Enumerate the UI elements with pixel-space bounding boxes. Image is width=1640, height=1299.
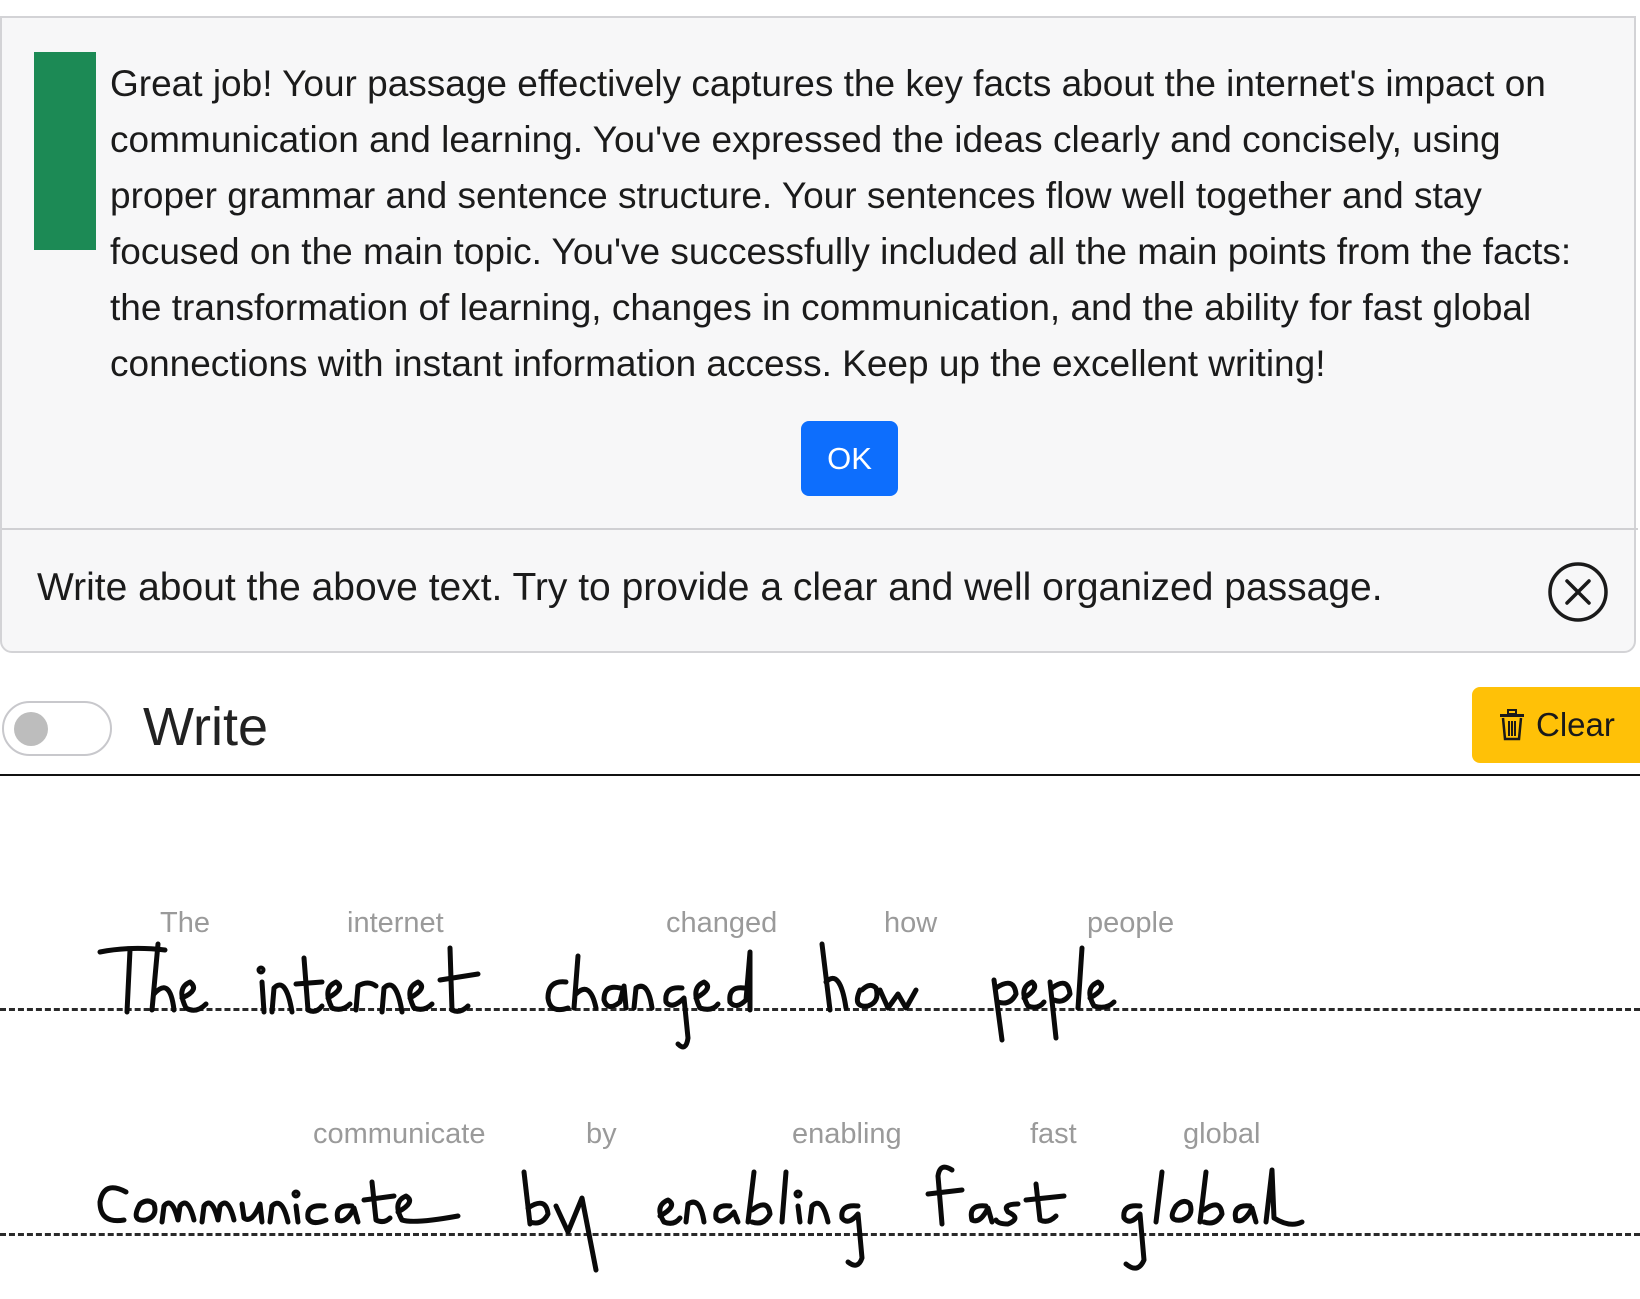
prompt-text: Write about the above text. Try to provi… (37, 566, 1383, 609)
toggle-knob (14, 712, 48, 746)
ink-word-communicate (97, 1179, 461, 1226)
write-mode-toggle[interactable] (2, 701, 112, 756)
card-divider (2, 528, 1638, 530)
feedback-message: Great job! Your passage effectively capt… (110, 63, 1572, 384)
clear-label: Clear (1536, 706, 1615, 743)
close-button[interactable] (1546, 560, 1610, 624)
write-mode-label: Write (143, 697, 269, 757)
ink-word-people (991, 945, 1117, 1043)
ok-button[interactable]: OK (801, 421, 898, 496)
ink-word-the (97, 941, 209, 1015)
feedback-accent-bar (34, 52, 96, 250)
ink-word-by (521, 1169, 599, 1273)
ink-word-internet (256, 945, 481, 1015)
ink-word-enabling (657, 1169, 865, 1268)
writing-page: Great job! Your passage effectively capt… (0, 0, 1640, 1299)
handwriting-ink (97, 941, 1305, 1273)
trash-icon (1500, 709, 1524, 741)
ink-word-changed (545, 949, 753, 1050)
ink-word-global (1121, 1167, 1305, 1271)
handwriting-canvas[interactable]: The internet changed how people communic… (0, 776, 1640, 1299)
feedback-card: Great job! Your passage effectively capt… (0, 16, 1638, 653)
ink-word-how (819, 941, 919, 1013)
close-circle-icon (1548, 562, 1608, 622)
clear-button[interactable]: Clear (1472, 687, 1640, 763)
ink-word-fast (925, 1164, 1067, 1227)
